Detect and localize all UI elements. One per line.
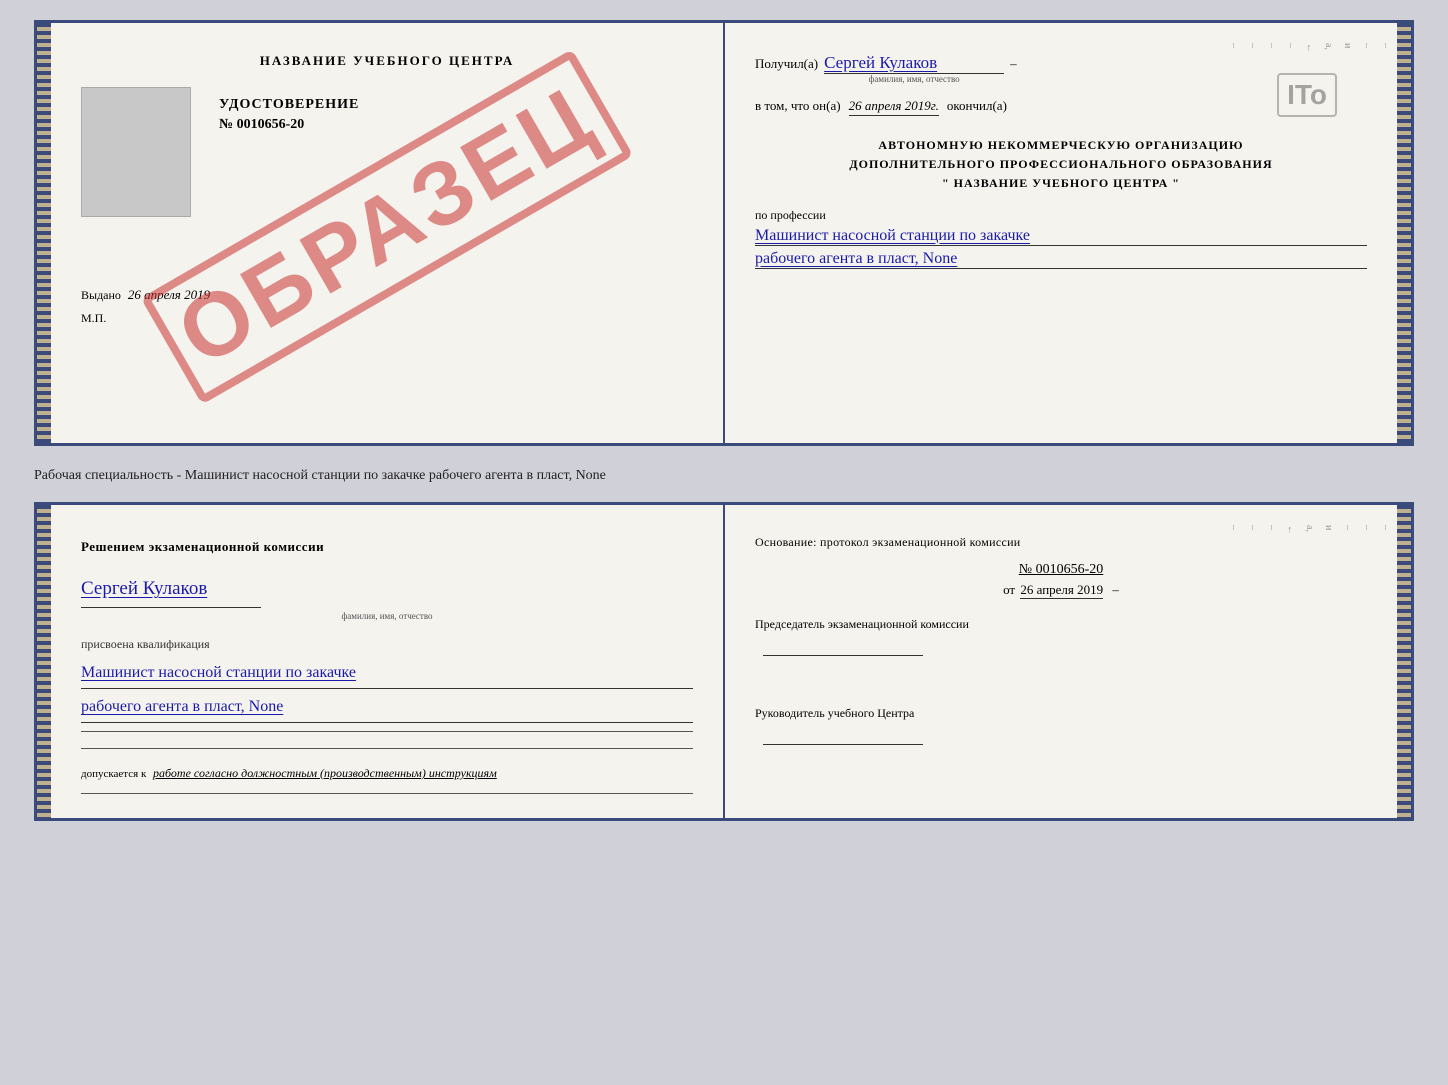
right-border-decoration-top [1397,23,1411,443]
dash1: – [1010,56,1017,72]
top-document-spread: НАЗВАНИЕ УЧЕБНОГО ЦЕНТРА УДОСТОВЕРЕНИЕ №… [34,20,1414,446]
bottom-document-spread: Решением экзаменационной комиссии Сергей… [34,502,1414,821]
protocol-date-prefix: от [1003,582,1015,597]
left-border-decoration [37,23,51,443]
in-that-date: 26 апреля 2019г. [849,98,939,116]
center-title: НАЗВАНИЕ УЧЕБНОГО ЦЕНТРА [81,53,693,69]
divider2 [81,748,693,749]
qual-line1: Машинист насосной станции по закачке [81,659,693,689]
person-name: Сергей Кулаков [81,572,261,607]
photo-placeholder [81,87,191,217]
top-left-panel: НАЗВАНИЕ УЧЕБНОГО ЦЕНТРА УДОСТОВЕРЕНИЕ №… [51,23,725,443]
divider1 [81,731,693,732]
cert-number: № 0010656-20 [219,117,359,133]
side-dashes-bottom: –––иа,← ––– [1228,505,1391,818]
received-prefix: Получил(а) [755,56,818,72]
between-text: Рабочая специальность - Машинист насосно… [34,462,1414,486]
mp-label: М.П. [81,311,693,326]
name-caption-bottom: фамилия, имя, отчество [81,608,693,624]
commission-block: Решением экзаменационной комиссии Сергей… [81,535,693,794]
issued-prefix: Выдано [81,288,121,302]
dash-right: – [1112,582,1119,597]
allows-text: работе согласно должностным (производств… [153,766,497,780]
qual-line2: рабочего агента в пласт, None [81,693,693,723]
specialty-text: Рабочая специальность - Машинист насосно… [34,468,606,483]
assigned-label: присвоена квалификация [81,634,693,656]
bottom-right-panel: Основание: протокол экзаменационной коми… [725,505,1397,818]
left-border-decoration-bottom [37,505,51,818]
basis-label: Основание: протокол экзаменационной коми… [755,535,1021,549]
in-that-prefix: в том, что он(а) [755,98,841,114]
cert-block: УДОСТОВЕРЕНИЕ № 0010656-20 [219,97,359,133]
divider3 [81,793,693,794]
received-name: Сергей Кулаков [824,53,1004,74]
director-signature-line [763,727,923,745]
issued-date: 26 апреля 2019 [128,287,210,302]
right-border-decoration-bottom [1397,505,1411,818]
completed-label: окончил(а) [947,98,1007,114]
bottom-left-panel: Решением экзаменационной комиссии Сергей… [51,505,725,818]
top-right-panel: Получил(а) Сергей Кулаков фамилия, имя, … [725,23,1397,443]
ito-stamp: ITo [1277,73,1337,117]
issued-line: Выдано 26 апреля 2019 [81,287,693,303]
protocol-date-value: 26 апреля 2019 [1020,582,1103,599]
name-caption-top: фамилия, имя, отчество [824,74,1004,84]
allows-prefix: допускается к [81,768,146,780]
cert-label: УДОСТОВЕРЕНИЕ [219,97,359,113]
commission-title: Решением экзаменационной комиссии [81,535,693,558]
chairman-signature-line [763,638,923,656]
allows-line: допускается к работе согласно должностны… [81,763,693,785]
